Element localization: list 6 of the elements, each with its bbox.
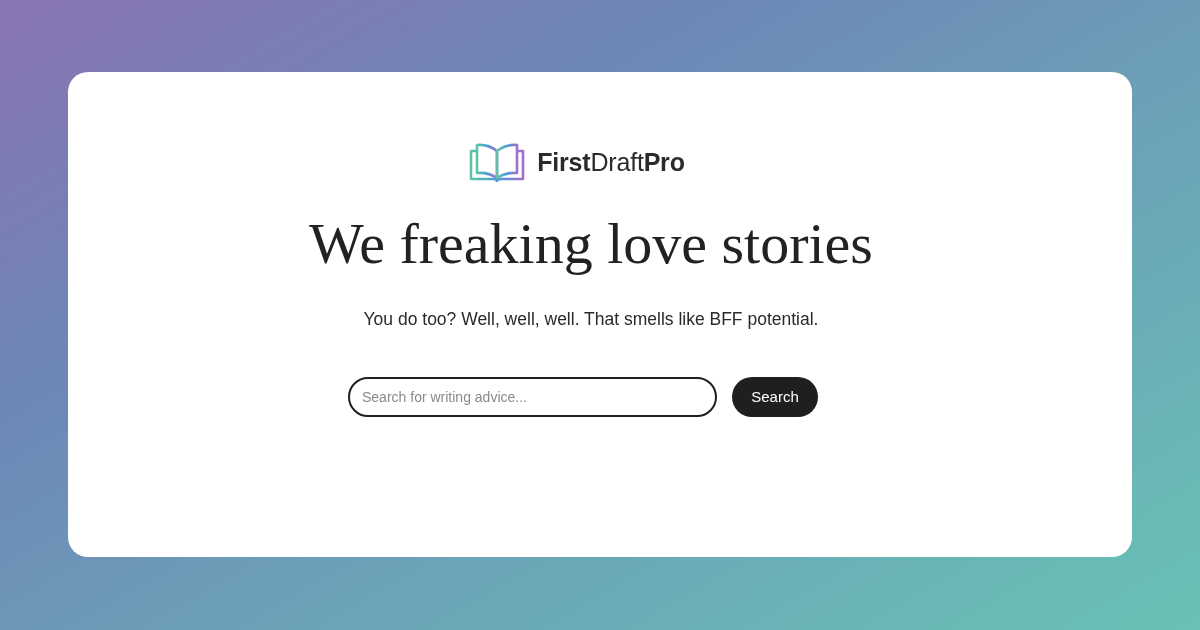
brand-name: FirstDraftPro [537, 147, 685, 177]
search-field[interactable]: Search for writing advice... [348, 376, 717, 417]
open-book-icon [469, 142, 526, 182]
search-button[interactable]: Search [732, 376, 818, 417]
tagline: You do too? Well, well, well. That smells like BFF potential. [363, 307, 819, 331]
headline: We freaking love stories [309, 212, 873, 276]
